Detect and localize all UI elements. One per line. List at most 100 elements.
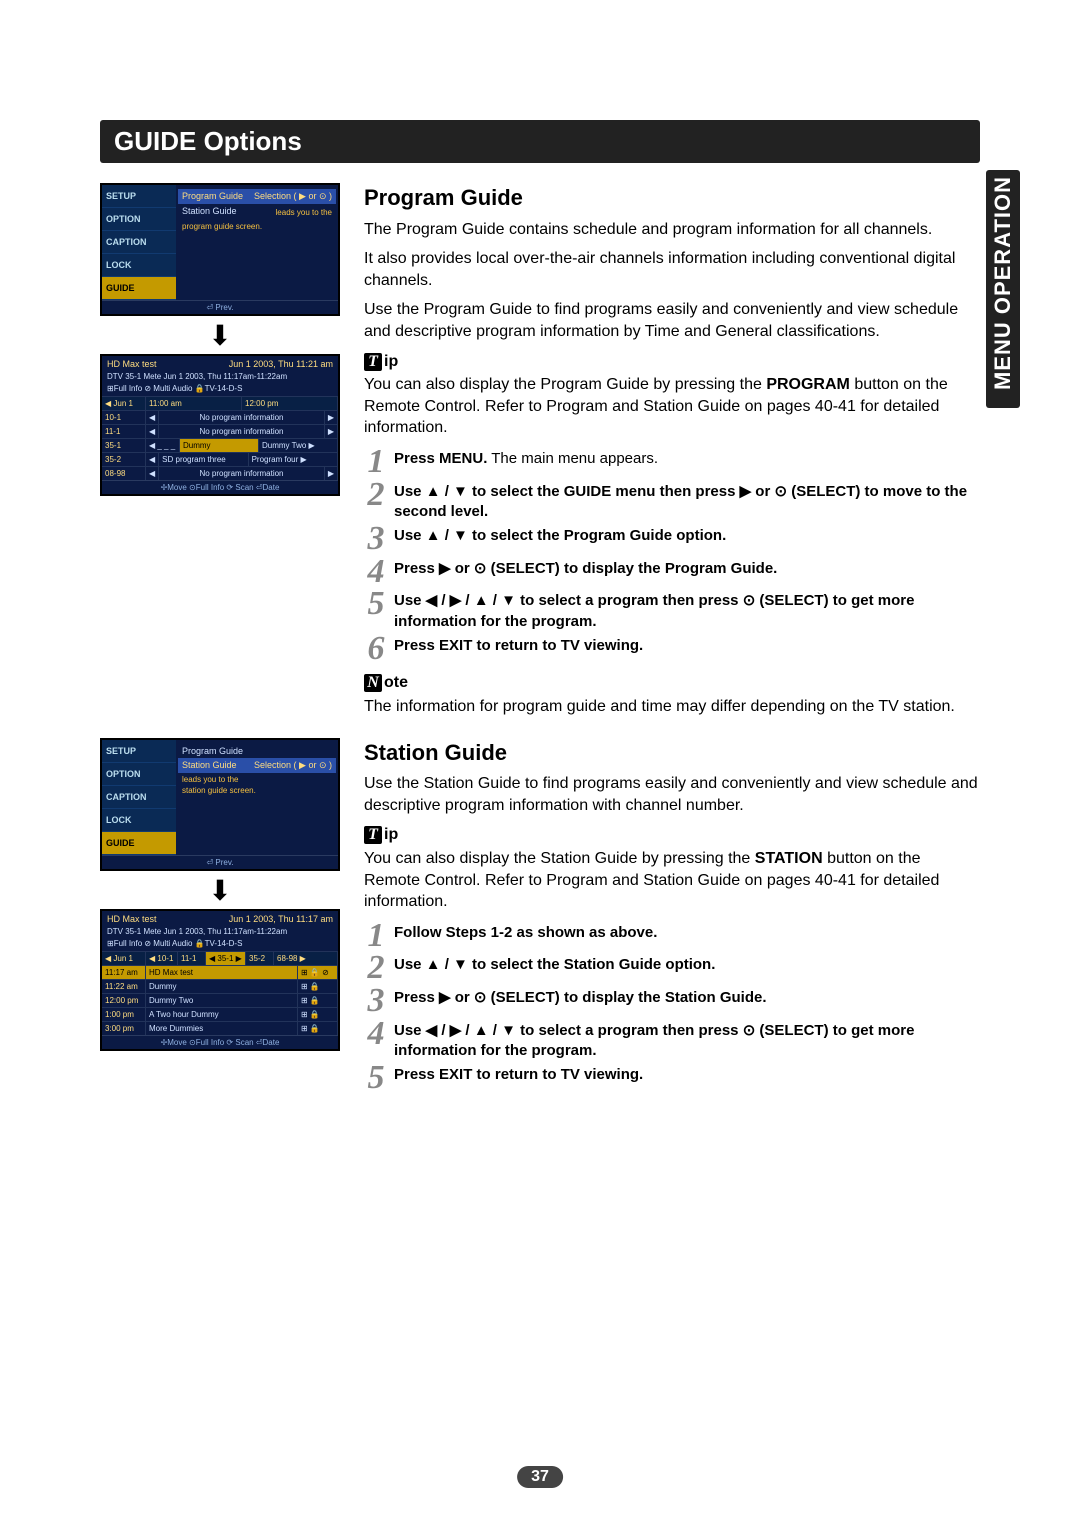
sg-time: 11:22 am	[102, 980, 146, 993]
step-bold: Press ▶ or ⊙ (SELECT) to display the Pro…	[394, 560, 777, 577]
pg-sub1: DTV 35-1 Mete Jun 1 2003, Thu 11:17am-11…	[102, 372, 338, 384]
sg-step-1: 1Follow Steps 1-2 as shown as above.	[364, 921, 980, 952]
sg-prog: Dummy	[146, 980, 298, 993]
sg-prog: More Dummies	[146, 1022, 298, 1035]
sg-prog: Dummy Two	[146, 994, 298, 1007]
tv-menu-station-guide: SETUP OPTION CAPTION LOCK GUIDE Program …	[100, 738, 340, 871]
pg-cell: SD program three	[159, 453, 248, 466]
pg-step-3: 3 Use ▲ / ▼ to select the Program Guide o…	[364, 524, 980, 555]
pg-step-1: 1Press MENU. The main menu appears.	[364, 447, 980, 478]
pg-cell-selected: Dummy	[180, 439, 259, 452]
pg-cell: No program information	[159, 411, 325, 424]
tip-before: You can also display the Program Guide b…	[364, 376, 766, 393]
pg-title: HD Max test	[107, 359, 157, 369]
pg-cell: Program four ▶	[249, 453, 338, 466]
tv-side-caption: CAPTION	[102, 231, 176, 254]
sg-icons: ⊞ 🔒	[298, 980, 338, 993]
sg-icons: ⊞ 🔒 ⊘	[298, 966, 338, 979]
sg-icons: ⊞ 🔒	[298, 994, 338, 1007]
sg-icons: ⊞ 🔒	[298, 1022, 338, 1035]
tv-side-lock: LOCK	[102, 254, 176, 277]
tip-before: You can also display the Station Guide b…	[364, 850, 755, 867]
sg-time: 11:17 am	[102, 966, 146, 979]
step-num: 2	[364, 953, 388, 984]
tv-side-caption: CAPTION	[102, 786, 176, 809]
side-tab-menu-operation: MENU OPERATION	[986, 170, 1020, 408]
sg-prog-selected: HD Max test	[146, 966, 298, 979]
step-num: 6	[364, 634, 388, 665]
step-bold: Use ◀ / ▶ / ▲ / ▼ to select a program th…	[394, 1022, 914, 1059]
tv-side-guide: GUIDE	[102, 277, 176, 300]
tv-item-program-guide: Program Guide	[182, 191, 243, 202]
tv-program-guide-screen: HD Max test Jun 1 2003, Thu 11:21 am DTV…	[100, 354, 340, 496]
step-bold: Press MENU.	[394, 450, 487, 467]
pg-cell: ◀ _ _ _	[146, 439, 180, 452]
tv-foot-prev: ⏎ Prev.	[102, 855, 338, 869]
title-bar: GUIDE Options	[100, 120, 980, 163]
step-num: 1	[364, 447, 388, 478]
pg-step-6: 6Press EXIT to return to TV viewing.	[364, 634, 980, 665]
pg-foot: ✢Move ⊙Full Info ⟳ Scan ⏎Date	[102, 480, 338, 494]
tv-hint-line1: leads you to the	[182, 775, 332, 785]
sg-date-nav: ◀ Jun 1	[102, 952, 146, 965]
sg-title: HD Max test	[107, 914, 157, 924]
sg-date: Jun 1 2003, Thu 11:17 am	[229, 914, 333, 924]
step-num: 4	[364, 1019, 388, 1050]
tv-side-option: OPTION	[102, 208, 176, 231]
sg-chcol-selected: ◀ 35-1 ▶	[206, 952, 246, 965]
pg-intro-1: The Program Guide contains schedule and …	[364, 219, 980, 241]
station-guide-heading: Station Guide	[364, 738, 980, 768]
tv-item-program-guide: Program Guide	[182, 746, 243, 756]
note-suffix: ote	[384, 674, 408, 691]
step-num: 2	[364, 480, 388, 511]
pg-cell: No program information	[159, 425, 325, 438]
arrow-down-icon: ⬇	[100, 877, 340, 905]
tv-side-guide: GUIDE	[102, 832, 176, 855]
step-bold: Use ▲ / ▼ to select the Station Guide op…	[394, 956, 715, 973]
pg-cell: Dummy Two ▶	[259, 439, 338, 452]
pg-cell: ◀	[146, 467, 159, 480]
pg-timecol-1: 12:00 pm	[242, 397, 338, 410]
pg-step-4: 4 Press ▶ or ⊙ (SELECT) to display the Pr…	[364, 557, 980, 588]
pg-cell: ◀	[146, 453, 159, 466]
step-bold: Use ▲ / ▼ to select the Program Guide op…	[394, 527, 726, 544]
tip-badge-icon: T	[364, 353, 382, 371]
sg-chcol: 35-2	[246, 952, 274, 965]
tv-side-lock: LOCK	[102, 809, 176, 832]
sg-chcol: 11-1	[178, 952, 206, 965]
pg-ch: 35-2	[102, 453, 146, 466]
pg-sub2: ⊞Full Info ⊘ Multi Audio 🔒TV-14-D-S	[102, 384, 338, 396]
tv-hint-line2: program guide screen.	[182, 222, 332, 232]
sg-tip-text: You can also display the Station Guide b…	[364, 848, 980, 913]
tv-station-guide-screen: HD Max test Jun 1 2003, Thu 11:17 am DTV…	[100, 909, 340, 1051]
pg-ch: 35-1	[102, 439, 146, 452]
tv-menu-program-guide: SETUP OPTION CAPTION LOCK GUIDE Program …	[100, 183, 340, 316]
step-bold: Use ▲ / ▼ to select the GUIDE menu then …	[394, 483, 967, 520]
sg-chcol: 68-98 ▶	[274, 952, 338, 965]
pg-ch: 08-98	[102, 467, 146, 480]
tv-hint-line1: leads you to the	[276, 208, 332, 218]
tip-label: Tip	[364, 824, 980, 846]
tip-suffix: ip	[384, 353, 398, 370]
tip-bold: PROGRAM	[766, 376, 850, 393]
step-num: 3	[364, 524, 388, 555]
pg-timecol-0: 11:00 am	[146, 397, 242, 410]
step-num: 4	[364, 557, 388, 588]
tv-foot-prev: ⏎ Prev.	[102, 300, 338, 314]
tv-item-station-guide: Station Guide	[182, 760, 237, 771]
pg-intro-2: It also provides local over-the-air chan…	[364, 248, 980, 291]
pg-date-nav: ◀ Jun 1	[102, 397, 146, 410]
tip-badge-icon: T	[364, 826, 382, 844]
pg-cell: ◀	[146, 411, 159, 424]
sg-step-5: 5Press EXIT to return to TV viewing.	[364, 1063, 980, 1094]
sg-step-3: 3Press ▶ or ⊙ (SELECT) to display the St…	[364, 986, 980, 1017]
tv-hint-line2: station guide screen.	[182, 786, 332, 796]
sg-intro: Use the Station Guide to find programs e…	[364, 773, 980, 816]
tv-item-station-guide: Station Guide	[182, 206, 237, 218]
page-number-oval: 37	[517, 1466, 563, 1488]
tv-side-setup: SETUP	[102, 740, 176, 763]
sg-step-2: 2 Use ▲ / ▼ to select the Station Guide o…	[364, 953, 980, 984]
step-num: 5	[364, 1063, 388, 1094]
tip-suffix: ip	[384, 826, 398, 843]
sg-time: 1:00 pm	[102, 1008, 146, 1021]
